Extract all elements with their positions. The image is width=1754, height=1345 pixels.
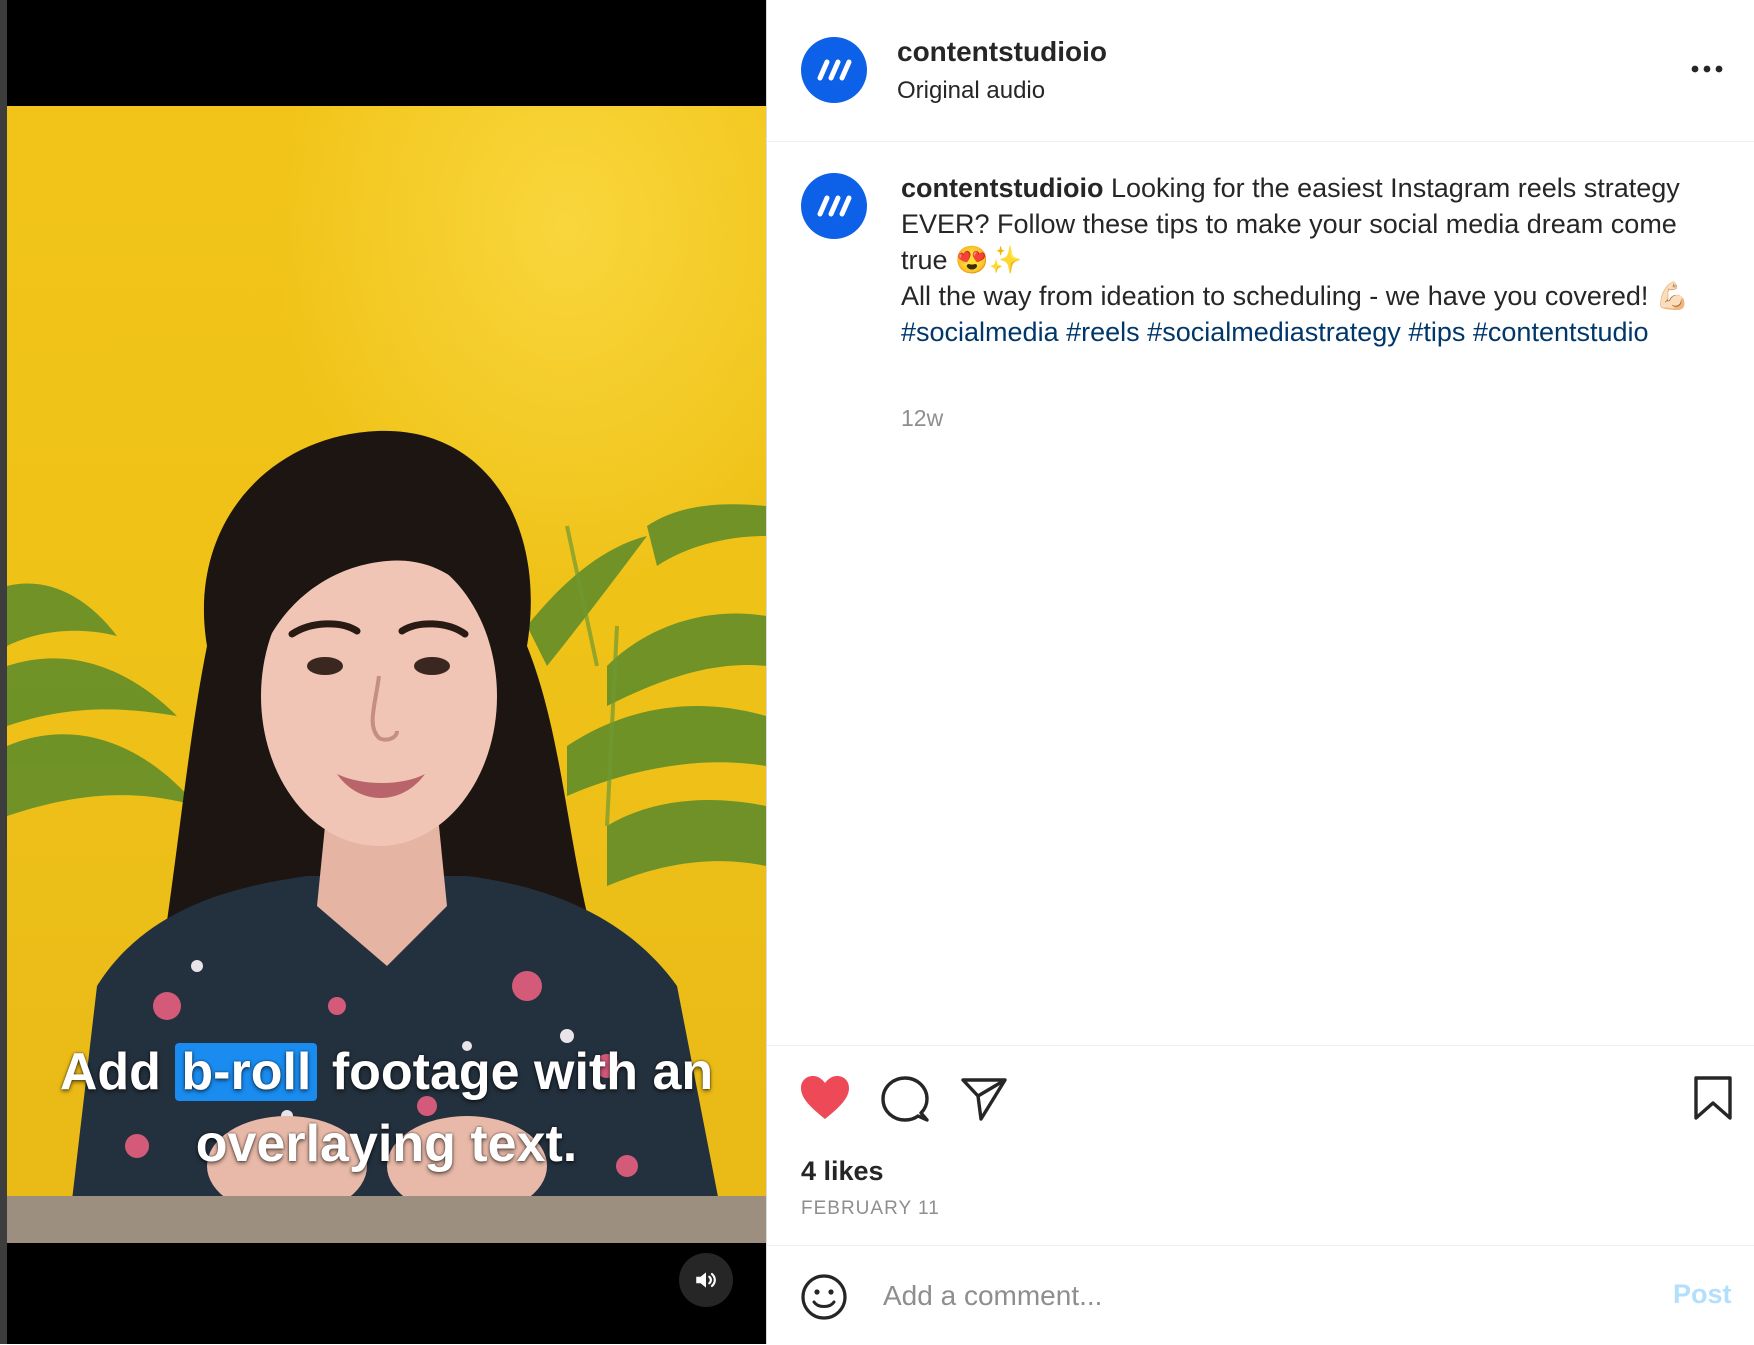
emoji-icon[interactable]: [800, 1273, 848, 1321]
like-count[interactable]: 4 likes: [801, 1156, 884, 1187]
heart-icon[interactable]: [800, 1075, 850, 1121]
video-caption: Add b-roll footage with an overlaying te…: [7, 1036, 766, 1180]
header-username[interactable]: contentstudioio: [897, 36, 1107, 68]
caption-body-2: All the way from ideation to scheduling …: [901, 281, 1649, 311]
audio-link[interactable]: Original audio: [897, 77, 1045, 105]
hashtag-link[interactable]: #contentstudio: [1473, 317, 1649, 347]
caption-text-start: Add: [59, 1043, 161, 1101]
hashtag-link[interactable]: #reels: [1066, 317, 1140, 347]
caption-username[interactable]: contentstudioio: [901, 173, 1103, 203]
post-date: FEBRUARY 11: [801, 1198, 940, 1219]
comment-icon[interactable]: [881, 1075, 929, 1123]
post-timestamp[interactable]: 12w: [901, 405, 943, 432]
caption-emoji-2: 💪🏻: [1655, 281, 1690, 311]
hashtag-link[interactable]: #tips: [1408, 317, 1465, 347]
share-icon[interactable]: [960, 1076, 1008, 1122]
mute-button[interactable]: [679, 1253, 733, 1307]
avatar[interactable]: [801, 37, 867, 103]
bookmark-icon[interactable]: [1693, 1075, 1733, 1121]
post-header: contentstudioio Original audio: [767, 0, 1754, 142]
avatar[interactable]: [801, 173, 867, 239]
contentstudio-logo-icon: [817, 195, 852, 217]
more-options-icon[interactable]: [1687, 56, 1727, 82]
caption-text: contentstudioio Looking for the easiest …: [901, 170, 1721, 350]
action-bar: 4 likes FEBRUARY 11: [767, 1045, 1754, 1246]
caption-emoji: 😍✨: [955, 245, 1023, 275]
contentstudio-logo-icon: [817, 59, 852, 81]
window-edge: [0, 0, 7, 1344]
caption-highlight: b-roll: [175, 1043, 318, 1101]
comment-bar: Post: [767, 1245, 1754, 1345]
post-details-panel: contentstudioio Original audio contentst…: [766, 0, 1754, 1344]
comment-input[interactable]: [881, 1270, 1645, 1322]
video-frame[interactable]: Add b-roll footage with an overlaying te…: [7, 106, 766, 1243]
volume-icon: [696, 1272, 716, 1288]
video-player[interactable]: Add b-roll footage with an overlaying te…: [0, 0, 766, 1344]
hashtag-link[interactable]: #socialmediastrategy: [1147, 317, 1401, 347]
post-comment-button[interactable]: Post: [1673, 1279, 1732, 1310]
hashtag-link[interactable]: #socialmedia: [901, 317, 1059, 347]
